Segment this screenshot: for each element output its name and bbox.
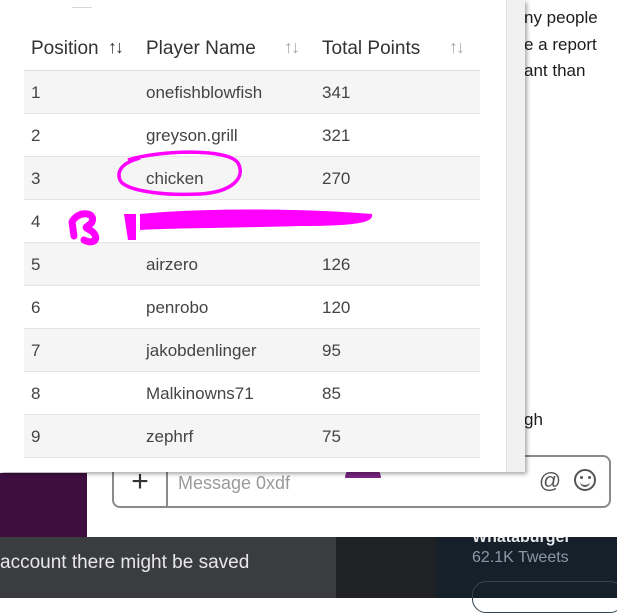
cell-points: 270 xyxy=(322,169,351,188)
cell-points: 126 xyxy=(322,255,351,274)
cell-points: 85 xyxy=(322,384,341,403)
cell-player: Malkinowns71 xyxy=(146,384,254,403)
dark-panel xyxy=(336,537,436,598)
table-row: 8 Malkinowns71 85 xyxy=(24,372,480,415)
cell-position: 1 xyxy=(31,83,41,102)
cell-player: zephrf xyxy=(146,427,194,446)
sort-icon[interactable]: ↑↓ xyxy=(449,37,465,58)
message-input[interactable]: Message 0xdf xyxy=(178,473,290,494)
cell-points: 95 xyxy=(322,341,341,360)
cell-player: jakobdenlinger xyxy=(146,341,257,360)
cell-position: 8 xyxy=(31,384,41,403)
table-row: 3 chicken 270 xyxy=(24,157,480,200)
table-row: 1 onefishblowfish 341 xyxy=(24,71,480,114)
chat-text-fragment: e a report xyxy=(524,35,597,54)
table-row: 9 zephrf 75 xyxy=(24,415,480,458)
chat-text-fragment: gh xyxy=(524,410,543,429)
cell-position: 7 xyxy=(31,341,41,360)
cell-player: airzero xyxy=(146,255,198,274)
cell-player: chicken xyxy=(146,169,204,188)
sort-icon[interactable]: ↑↓ xyxy=(284,37,300,58)
twitter-profile-card: Whataburger 62.1K Tweets xyxy=(436,537,617,613)
sort-icon[interactable]: ↑↓ xyxy=(108,37,124,58)
profile-name[interactable]: Whataburger xyxy=(472,537,571,547)
table-row: 6 penrobo 120 xyxy=(24,286,480,329)
cell-position: 3 xyxy=(31,169,41,188)
cell-position: 9 xyxy=(31,427,41,446)
cell-points: 321 xyxy=(322,126,351,145)
table-row: 2 greyson.grill 321 xyxy=(24,114,480,157)
leaderboard-table: Position ↑↓ Player Name ↑↓ Total Points … xyxy=(24,27,480,458)
divider xyxy=(72,7,92,8)
column-header-points[interactable]: Total Points xyxy=(322,38,420,60)
table-row: 4 xyxy=(24,200,480,243)
workspace-sidebar xyxy=(0,473,87,537)
column-header-position[interactable]: Position xyxy=(31,38,99,60)
chat-text-fragment: ny people xyxy=(524,8,598,27)
cell-position: 6 xyxy=(31,298,41,317)
table-row: 7 jakobdenlinger 95 xyxy=(24,329,480,372)
table-header: Position ↑↓ Player Name ↑↓ Total Points … xyxy=(24,27,480,71)
scrollbar[interactable] xyxy=(506,0,525,472)
cell-points: 341 xyxy=(322,83,351,102)
table-row: 5 airzero 126 xyxy=(24,243,480,286)
mention-icon[interactable]: @ xyxy=(538,469,562,493)
cell-player: onefishblowfish xyxy=(146,83,263,102)
cell-position: 4 xyxy=(31,212,41,231)
cell-position: 5 xyxy=(31,255,41,274)
banner-text: account there might be saved xyxy=(0,552,250,573)
cell-points: 75 xyxy=(322,427,341,446)
tweet-count: 62.1K Tweets xyxy=(472,549,569,566)
leaderboard-panel: Position ↑↓ Player Name ↑↓ Total Points … xyxy=(0,0,525,472)
emoji-icon[interactable] xyxy=(574,469,596,491)
cell-player: greyson.grill xyxy=(146,126,238,145)
follow-card[interactable] xyxy=(472,581,617,613)
cell-position: 2 xyxy=(31,126,41,145)
notification-banner: account there might be saved xyxy=(0,537,336,598)
cell-player: penrobo xyxy=(146,298,209,317)
cell-points: 120 xyxy=(322,298,351,317)
chat-text-fragment: ant than xyxy=(524,61,586,80)
column-header-player[interactable]: Player Name xyxy=(146,38,256,60)
